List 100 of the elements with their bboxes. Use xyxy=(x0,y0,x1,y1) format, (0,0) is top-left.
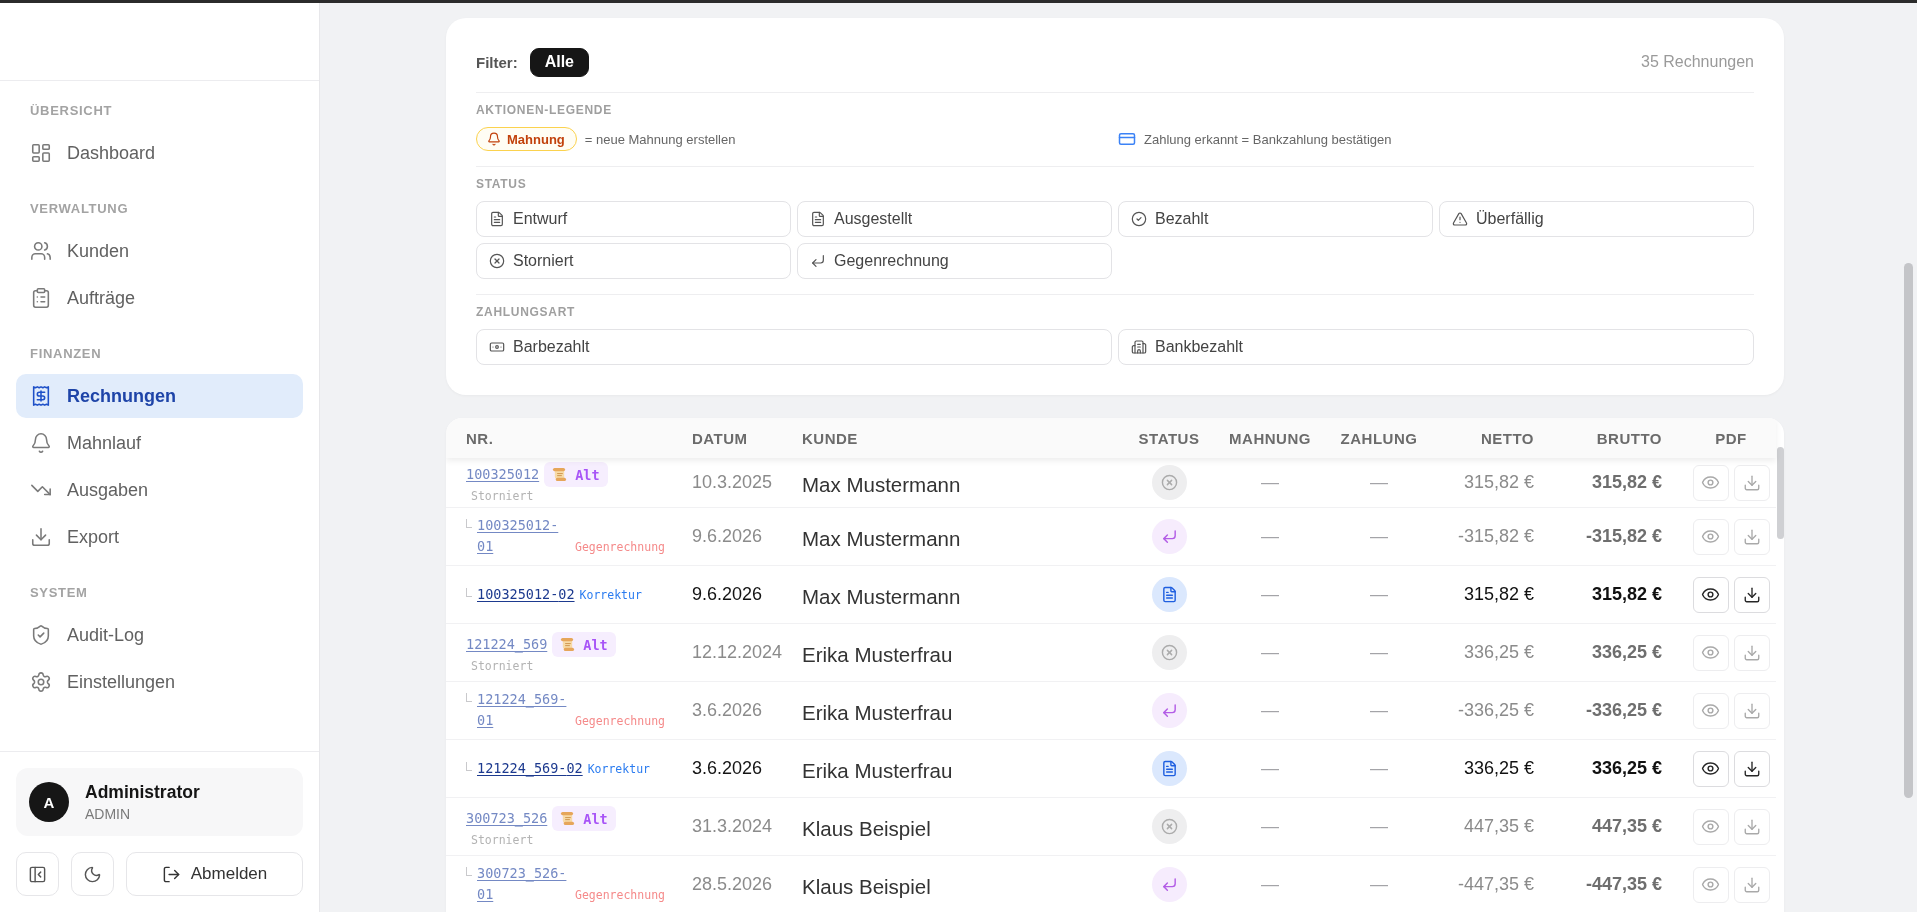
download-icon xyxy=(1742,643,1761,662)
status-filter-button[interactable]: Storniert xyxy=(476,243,791,279)
eye-icon xyxy=(1701,585,1720,604)
column-header: BRUTTO xyxy=(1596,429,1662,447)
download-button[interactable] xyxy=(1733,576,1770,613)
nav-item[interactable]: Ausgaben xyxy=(16,468,303,512)
check-circle-icon xyxy=(1131,211,1147,227)
download-button[interactable] xyxy=(1733,750,1770,787)
invoice-number-link[interactable]: 100325012 xyxy=(466,464,540,485)
panel-left-icon xyxy=(28,864,47,884)
nav-item[interactable]: Mahnlauf xyxy=(16,421,303,465)
invoice-note: Gegenrechnung xyxy=(575,887,665,904)
x-circle-icon xyxy=(489,253,505,269)
empty-value: — xyxy=(1261,472,1279,493)
net-amount: -336,25 € xyxy=(1457,700,1534,721)
invoice-note: Gegenrechnung xyxy=(575,713,665,730)
invoice-note: Gegenrechnung xyxy=(575,539,665,556)
scroll-icon xyxy=(560,637,576,652)
eye-icon xyxy=(1701,643,1720,662)
status-filter-button[interactable]: Bezahlt xyxy=(1118,201,1433,237)
receipt-icon xyxy=(30,385,52,407)
tree-branch-icon xyxy=(466,693,472,702)
gross-amount: 336,25 € xyxy=(1591,758,1662,779)
invoice-note: Korrektur xyxy=(587,760,650,778)
scrollbar-thumb[interactable] xyxy=(1776,447,1784,539)
nav-item[interactable]: Kunden xyxy=(16,229,303,273)
nav-item[interactable]: Audit-Log xyxy=(16,613,303,657)
users-icon xyxy=(30,240,52,262)
invoice-date: 9.6.2026 xyxy=(692,526,763,547)
customer-name: Erika Musterfrau xyxy=(802,641,953,667)
download-icon xyxy=(1742,473,1761,492)
eye-icon xyxy=(1701,527,1720,546)
gross-amount: -336,25 € xyxy=(1585,700,1662,721)
net-amount: 315,82 € xyxy=(1463,472,1534,493)
eye-icon xyxy=(1701,875,1720,894)
invoice-date: 31.3.2024 xyxy=(692,816,773,837)
tag-label: Mahnung xyxy=(507,131,565,147)
empty-value: — xyxy=(1261,874,1279,895)
badge-label: Alt xyxy=(583,636,608,653)
filter-chip[interactable]: Alle xyxy=(529,47,589,77)
empty-value: — xyxy=(1261,584,1279,605)
theme-toggle-button[interactable] xyxy=(71,852,114,896)
preview-button[interactable] xyxy=(1692,750,1729,787)
gross-amount: 315,82 € xyxy=(1591,472,1662,493)
customer-name: Max Mustermann xyxy=(802,471,961,497)
payment-filter-button[interactable]: Barbezahlt xyxy=(476,329,1112,365)
invoice-number-link[interactable]: 300723_526 xyxy=(466,808,548,829)
clipboard-icon xyxy=(30,287,52,309)
warning-icon xyxy=(1452,211,1468,227)
payment-filter-button[interactable]: Bankbezahlt xyxy=(1118,329,1754,365)
preview-button[interactable] xyxy=(1692,576,1729,613)
invoice-note: Storniert xyxy=(471,489,534,503)
logout-button[interactable]: Abmelden xyxy=(126,852,303,896)
nav-item[interactable]: Rechnungen xyxy=(16,374,303,418)
credit-card-icon xyxy=(1118,130,1136,148)
gross-amount: 447,35 € xyxy=(1591,816,1662,837)
section-label: FINANZEN xyxy=(29,345,102,363)
column-header: DATUM xyxy=(692,429,748,447)
invoice-number-link[interactable]: 121224_569-02 xyxy=(477,757,583,779)
gross-amount: -447,35 € xyxy=(1585,874,1662,895)
status-filter-button[interactable]: Ausgestellt xyxy=(797,201,1112,237)
return-arrow-icon xyxy=(810,253,826,269)
legend-text: = neue Mahnung erstellen xyxy=(584,131,736,147)
eye-icon xyxy=(1701,759,1720,778)
empty-value: — xyxy=(1261,526,1279,547)
invoice-number-link[interactable]: 100325012-01 xyxy=(477,515,570,557)
invoice-number-link[interactable]: 300723_526-01 xyxy=(477,863,570,905)
section-label: AKTIONEN-LEGENDE xyxy=(476,103,612,117)
column-header: ZAHLUNG xyxy=(1340,429,1418,447)
empty-value: — xyxy=(1370,526,1388,547)
scroll-icon xyxy=(560,811,576,826)
invoice-note: Storniert xyxy=(471,659,534,673)
invoice-number-link[interactable]: 100325012-02 xyxy=(477,583,575,605)
customer-name: Klaus Beispiel xyxy=(802,815,931,841)
nav-item[interactable]: Dashboard xyxy=(16,131,303,175)
nav-item[interactable]: Einstellungen xyxy=(16,660,303,704)
collapse-sidebar-button[interactable] xyxy=(16,852,59,896)
scrollbar-thumb[interactable] xyxy=(1904,263,1913,798)
gross-amount: -315,82 € xyxy=(1585,526,1662,547)
user-role: ADMIN xyxy=(85,806,132,822)
document-icon xyxy=(489,211,505,227)
moon-icon xyxy=(83,864,102,884)
invoice-number-link[interactable]: 121224_569-01 xyxy=(477,689,570,731)
empty-value: — xyxy=(1370,874,1388,895)
nav-item[interactable]: Aufträge xyxy=(16,276,303,320)
nav-item[interactable]: Export xyxy=(16,515,303,559)
status-filter-button[interactable]: Überfällig xyxy=(1439,201,1754,237)
section-label: STATUS xyxy=(476,177,527,191)
status-filter-button[interactable]: Entwurf xyxy=(476,201,791,237)
tree-branch-icon xyxy=(466,519,472,528)
section-label: SYSTEM xyxy=(29,584,88,602)
status-filter-button[interactable]: Gegenrechnung xyxy=(797,243,1112,279)
building-icon xyxy=(1131,339,1147,355)
invoice-number-link[interactable]: 121224_569 xyxy=(466,634,548,655)
empty-value: — xyxy=(1370,472,1388,493)
logout-icon xyxy=(161,864,181,884)
customer-name: Klaus Beispiel xyxy=(802,873,931,899)
column-header: PDF xyxy=(1715,429,1747,447)
dashboard-icon xyxy=(30,142,52,164)
invoice-date: 10.3.2025 xyxy=(692,472,773,493)
